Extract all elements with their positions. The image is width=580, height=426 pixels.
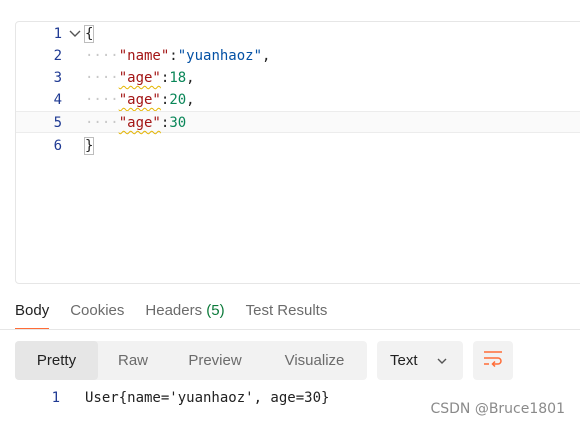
line-number: 3 (53, 70, 62, 86)
mode-visualize-button[interactable]: Visualize (262, 341, 367, 380)
format-select[interactable]: Text (377, 341, 463, 380)
code-line: 1 { (16, 23, 580, 45)
response-text: User{name='yuanhaoz', age=30} (85, 390, 330, 406)
line-number: 4 (53, 92, 62, 108)
wrap-lines-icon (483, 349, 503, 372)
json-number-value: 18 (169, 70, 187, 86)
duplicate-key-warning: "age" (118, 70, 161, 86)
json-comma: , (186, 70, 195, 86)
line-number: 2 (53, 48, 62, 64)
json-key: "name" (118, 48, 170, 64)
duplicate-key-warning: "age" (118, 115, 161, 131)
open-brace: { (83, 25, 95, 43)
headers-count-badge: (5) (206, 302, 225, 319)
watermark: CSDN @Bruce1801 (430, 401, 565, 417)
wrap-lines-button[interactable] (473, 341, 513, 380)
indent-guide: ···· (85, 115, 119, 131)
tab-cookies[interactable]: Cookies (70, 300, 124, 330)
tab-body[interactable]: Body (15, 300, 50, 330)
code-line: 6 } (16, 135, 580, 157)
mode-raw-button[interactable]: Raw (98, 341, 168, 380)
code-line: 2 ····"name":"yuanhaoz", (16, 45, 580, 67)
duplicate-key-warning: "age" (118, 92, 161, 108)
line-number: 6 (53, 138, 62, 154)
line-number: 5 (53, 115, 62, 131)
json-comma: , (262, 48, 271, 64)
indent-guide: ···· (85, 48, 119, 64)
tab-test-results[interactable]: Test Results (246, 300, 328, 330)
indent-guide: ···· (85, 70, 119, 86)
chevron-down-icon (436, 354, 448, 371)
request-body-editor[interactable]: 1 { 2 ····"name":"yuanhaoz", 3 ····"age"… (15, 21, 580, 284)
code-line: 4 ····"age":20, (16, 89, 580, 111)
mode-preview-button[interactable]: Preview (168, 341, 262, 380)
line-number: 1 (53, 26, 62, 42)
tab-headers[interactable]: Headers (5) (145, 300, 224, 330)
code-line: 3 ····"age":18, (16, 67, 580, 89)
view-mode-group: Pretty Raw Preview Visualize (15, 341, 367, 380)
json-number-value: 30 (169, 115, 187, 131)
tabs-divider (0, 329, 580, 330)
format-select-value: Text (390, 352, 418, 369)
chevron-down-icon[interactable] (68, 23, 82, 45)
mode-pretty-button[interactable]: Pretty (15, 341, 98, 380)
json-colon: : (169, 48, 178, 64)
response-tabs: Body Cookies Headers (5) Test Results (15, 300, 348, 330)
code-line-active: 5 ····"age":30 (16, 111, 580, 133)
close-brace: } (83, 137, 95, 155)
json-string-value: "yuanhaoz" (177, 48, 263, 64)
indent-guide: ···· (85, 92, 119, 108)
line-number: 1 (51, 390, 60, 406)
json-number-value: 20 (169, 92, 187, 108)
json-comma: , (186, 92, 195, 108)
tab-headers-label: Headers (145, 302, 203, 319)
